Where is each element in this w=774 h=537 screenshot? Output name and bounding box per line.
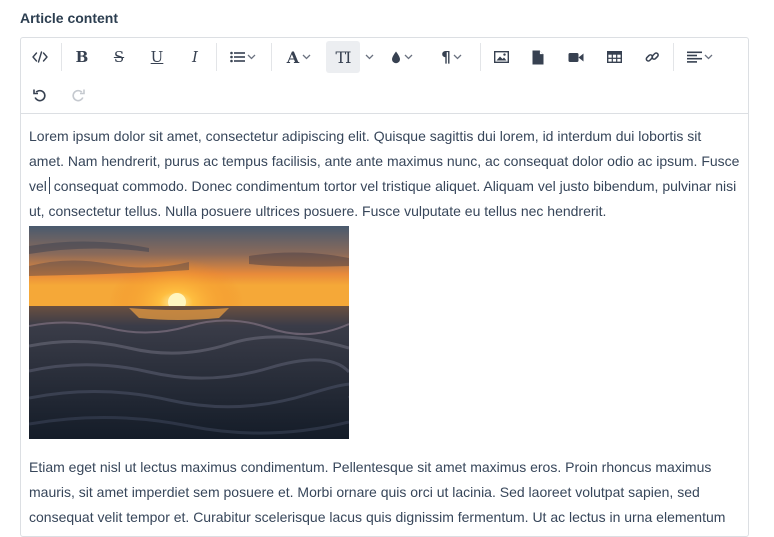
list-icon <box>229 51 245 63</box>
chevron-down-icon <box>245 54 259 60</box>
editor-toolbar: B S U I A TI ¶ <box>21 38 748 114</box>
chevron-down-icon <box>451 54 465 60</box>
paragraph[interactable]: Etiam eget nisl ut lectus maximus condim… <box>29 455 740 530</box>
color-button[interactable] <box>378 41 428 73</box>
italic-icon: I <box>192 48 198 66</box>
align-button[interactable] <box>676 41 726 73</box>
chevron-down-icon <box>702 54 716 60</box>
bold-button[interactable]: B <box>64 41 100 73</box>
font-size-button[interactable]: TI <box>326 41 360 73</box>
file-icon <box>532 50 544 64</box>
video-icon <box>568 52 584 62</box>
text-cursor <box>48 177 50 194</box>
paragraph[interactable]: Lorem ipsum dolor sit amet, consectetur … <box>29 124 740 224</box>
chevron-down-icon <box>401 54 415 60</box>
font-icon: A <box>286 47 300 67</box>
strikethrough-button[interactable]: S <box>100 41 138 73</box>
sunset-ocean-image[interactable] <box>29 226 349 439</box>
italic-button[interactable]: I <box>176 41 214 73</box>
toolbar-divider <box>673 43 674 71</box>
redo-icon <box>72 89 85 102</box>
rich-text-editor: B S U I A TI ¶ Lorem ipsum dolor sit ame… <box>20 37 749 537</box>
text-size-icon: TI <box>335 47 352 67</box>
field-label: Article content <box>20 10 119 26</box>
toolbar-divider <box>61 43 62 71</box>
redo-button[interactable] <box>59 79 97 111</box>
chevron-down-icon <box>299 54 313 60</box>
underline-button[interactable]: U <box>138 41 176 73</box>
toolbar-row-1: B S U I A TI ¶ <box>21 38 726 76</box>
list-button[interactable] <box>219 41 269 73</box>
undo-button[interactable] <box>21 79 59 111</box>
insert-link-button[interactable] <box>633 41 671 73</box>
editor-content[interactable]: Lorem ipsum dolor sit amet, consectetur … <box>21 114 748 530</box>
code-view-button[interactable] <box>21 41 59 73</box>
font-family-button[interactable]: A <box>274 41 326 73</box>
paragraph-text: consequat commodo. Donec condimentum tor… <box>29 178 737 219</box>
strikethrough-icon: S <box>113 48 125 66</box>
paragraph-icon: ¶ <box>441 48 451 66</box>
table-icon <box>606 51 622 63</box>
toolbar-row-2 <box>21 76 97 114</box>
paragraph-text: Etiam eget nisl ut lectus maximus condim… <box>29 459 726 525</box>
paragraph-format-button[interactable]: ¶ <box>428 41 478 73</box>
align-left-icon <box>686 51 702 63</box>
image-icon <box>493 51 509 63</box>
code-icon <box>32 51 48 63</box>
insert-image-button[interactable] <box>483 41 519 73</box>
insert-video-button[interactable] <box>557 41 595 73</box>
bold-icon: B <box>75 48 89 66</box>
toolbar-divider <box>216 43 217 71</box>
font-size-dropdown-caret[interactable] <box>360 41 378 73</box>
underline-icon: U <box>150 48 164 66</box>
toolbar-divider <box>480 43 481 71</box>
link-icon <box>645 51 659 62</box>
undo-icon <box>33 89 46 102</box>
insert-file-button[interactable] <box>519 41 557 73</box>
droplet-icon <box>392 51 400 63</box>
insert-table-button[interactable] <box>595 41 633 73</box>
toolbar-divider <box>271 43 272 71</box>
chevron-down-icon <box>365 54 373 60</box>
